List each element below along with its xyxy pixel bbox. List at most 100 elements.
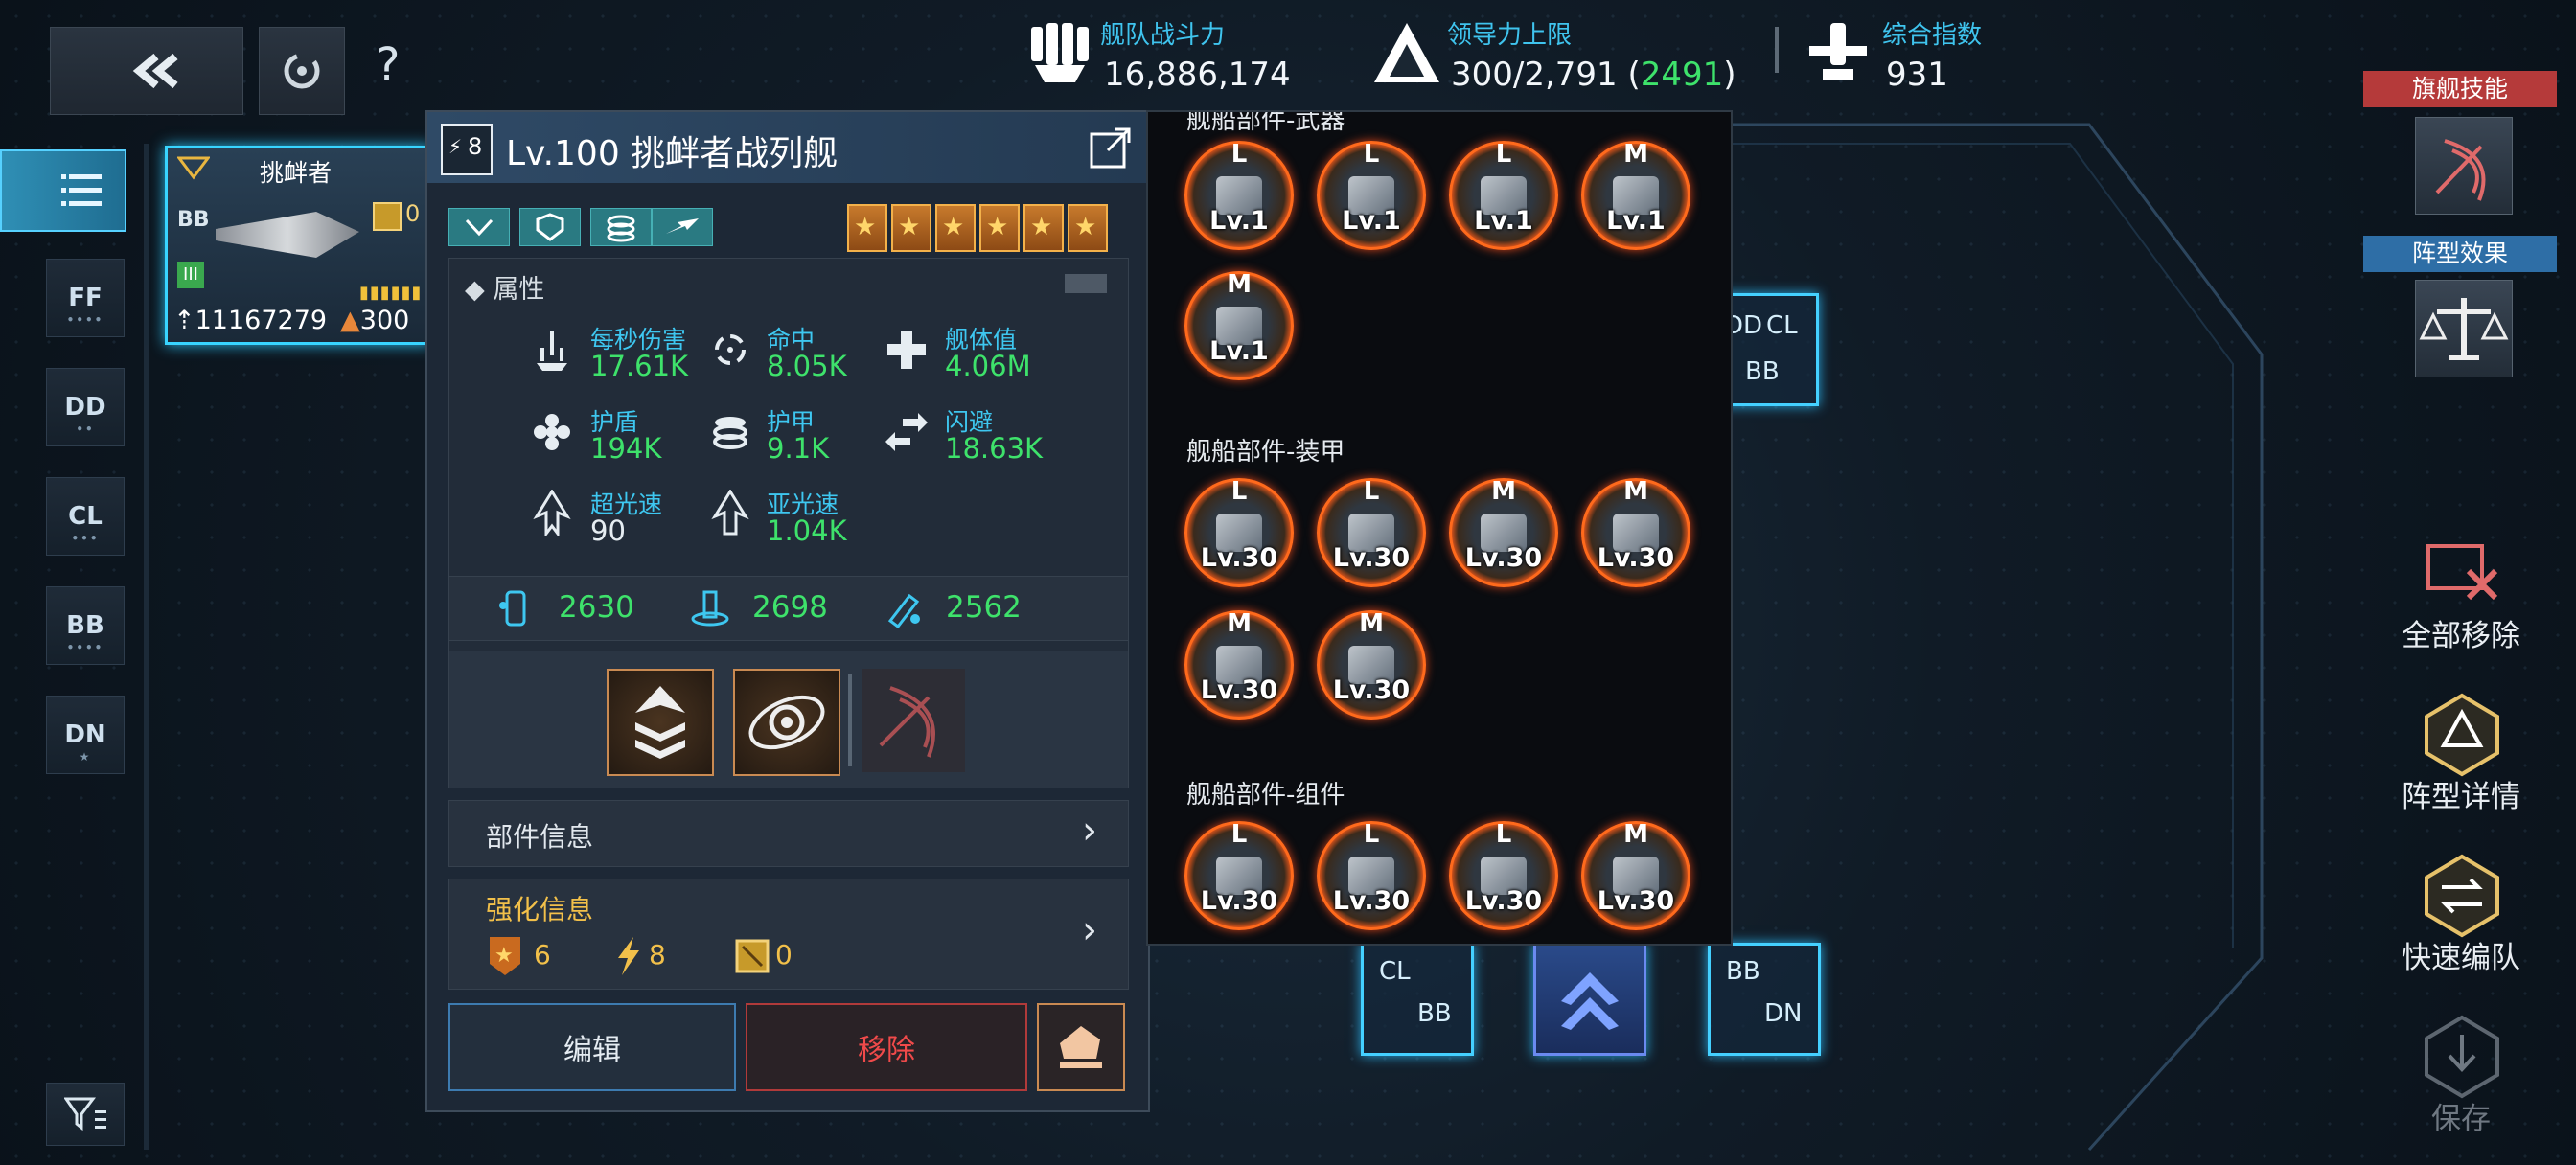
rank-chevron-icon xyxy=(177,156,210,180)
part-slot[interactable]: L Lv.30 xyxy=(1317,477,1426,587)
filter-button[interactable] xyxy=(46,1083,125,1146)
chevron-right-icon: › xyxy=(1082,908,1097,952)
attributes-toggle[interactable] xyxy=(1065,274,1107,293)
ship-card-name: 挑衅者 xyxy=(260,159,333,187)
radar-sweep-icon xyxy=(2435,139,2486,201)
star-icon: ★ xyxy=(847,204,887,252)
nav-item-cl[interactable]: CL ••• xyxy=(46,477,125,556)
save-label[interactable]: 保存 xyxy=(2365,1094,2557,1137)
attr-value-dps: 17.61K xyxy=(590,350,689,382)
star-glyph: ★ xyxy=(854,213,877,241)
attributes-label: 属性 xyxy=(493,275,545,305)
skill-slot-2[interactable] xyxy=(733,669,840,776)
chevron-right-icon: › xyxy=(1082,809,1097,853)
flagship-skill-slot[interactable] xyxy=(862,669,965,772)
part-grade: M xyxy=(1359,609,1384,638)
enhance-bolts-value: 8 xyxy=(649,939,666,971)
parts-panel: 舰船部件-武器 舰船部件-装甲 舰船部件-组件 L Lv.1 L Lv.1 L Lv.1 M… xyxy=(1146,110,1733,946)
enhance-button[interactable] xyxy=(1037,1003,1125,1091)
skill-slot-1[interactable] xyxy=(607,669,714,776)
hull-cross-icon xyxy=(887,331,926,369)
part-level: Lv.30 xyxy=(1464,543,1543,573)
part-slot[interactable]: L Lv.30 xyxy=(1184,477,1294,587)
formation-detail-icon[interactable] xyxy=(2419,692,2505,778)
part-slot[interactable]: L Lv.1 xyxy=(1449,140,1558,250)
attr-value-impulse: 1.04K xyxy=(767,514,847,547)
part-level: Lv.30 xyxy=(1200,543,1278,573)
double-chevron-left-icon xyxy=(132,53,178,89)
part-slot[interactable]: M Lv.30 xyxy=(1581,820,1690,930)
part-level: Lv.30 xyxy=(1464,886,1543,916)
attr-value-hull: 4.06M xyxy=(945,350,1031,382)
ship-card-power-value: 11167279 xyxy=(195,306,328,335)
part-grade: M xyxy=(1227,270,1252,299)
nav-item-all[interactable] xyxy=(0,149,126,232)
part-slot[interactable]: L Lv.30 xyxy=(1317,820,1426,930)
ship-image xyxy=(216,212,359,258)
part-level: Lv.1 xyxy=(1209,336,1269,366)
nav-sub-dd: •• xyxy=(76,423,95,436)
nav-item-dd[interactable]: DD •• xyxy=(46,368,125,446)
remove-button[interactable]: 移除 xyxy=(746,1003,1027,1091)
nav-label-bb: BB xyxy=(66,611,104,640)
ship-card[interactable]: 挑衅者 BB III 0 ▮▮▮▮▮▮ ⇡11167279 ▲300 xyxy=(165,146,431,345)
stat-divider xyxy=(1775,27,1779,73)
part-slot[interactable]: L Lv.1 xyxy=(1317,140,1426,250)
composite-index-label: 综合指数 xyxy=(1882,21,1983,50)
parts-info-row[interactable]: 部件信息 › xyxy=(448,800,1129,867)
ship-card-ammo: ▮▮▮▮▮▮ xyxy=(359,283,423,303)
flagship-skill-button[interactable] xyxy=(2415,117,2513,215)
quick-form-icon[interactable] xyxy=(2419,853,2505,939)
part-grade: L xyxy=(1230,140,1248,169)
part-slot[interactable]: M Lv.1 xyxy=(1184,270,1294,380)
enhance-info-row[interactable]: 强化信息 ★ 6 8 0 › xyxy=(448,879,1129,990)
part-slot[interactable]: M Lv.30 xyxy=(1184,609,1294,720)
tile-a-bottom: BB xyxy=(1745,357,1780,386)
remove-all-label[interactable]: 全部移除 xyxy=(2365,611,2557,654)
formation-detail-label[interactable]: 阵型详情 xyxy=(2365,772,2557,815)
formation-effect-button[interactable] xyxy=(2415,280,2513,377)
edit-button[interactable]: 编辑 xyxy=(448,1003,736,1091)
part-slot[interactable]: L Lv.30 xyxy=(1184,820,1294,930)
save-icon[interactable] xyxy=(2419,1014,2505,1100)
nav-item-bb[interactable]: BB •••• xyxy=(46,586,125,665)
external-link-icon[interactable] xyxy=(1089,126,1133,170)
back-button[interactable] xyxy=(50,27,243,115)
ship-card-power: ⇡11167279 xyxy=(173,306,328,335)
part-slot[interactable]: M Lv.1 xyxy=(1581,140,1690,250)
attack-stat-value: 2630 xyxy=(559,590,634,625)
attr-value-warp: 90 xyxy=(590,514,626,547)
help-button[interactable]: ? xyxy=(376,38,433,105)
part-level: Lv.1 xyxy=(1606,206,1666,236)
refresh-button[interactable] xyxy=(259,27,345,115)
defense-stat-icon xyxy=(691,590,729,627)
formation-tile-center[interactable] xyxy=(1533,943,1646,1056)
composite-index-icon xyxy=(1809,23,1867,80)
list-icon xyxy=(61,174,102,206)
part-slot[interactable]: M Lv.30 xyxy=(1317,609,1426,720)
tag-shield xyxy=(519,208,581,246)
star-icon: ★ xyxy=(935,204,976,252)
enhance-info-label: 强化信息 xyxy=(486,894,594,925)
speed-icon xyxy=(666,218,699,234)
ship-card-command: ▲300 xyxy=(340,306,410,335)
dps-icon xyxy=(537,331,567,371)
quick-form-label[interactable]: 快速编队 xyxy=(2365,933,2557,976)
part-slot[interactable]: L Lv.30 xyxy=(1449,820,1558,930)
nav-label-dn: DN xyxy=(64,720,106,749)
part-slot[interactable]: M Lv.30 xyxy=(1581,477,1690,587)
part-slot[interactable]: M Lv.30 xyxy=(1449,477,1558,587)
formation-tile-cl-bb[interactable]: CL BB xyxy=(1361,943,1474,1056)
part-grade: M xyxy=(1227,609,1252,638)
part-level: Lv.30 xyxy=(1200,675,1278,705)
attack-stat-icon xyxy=(499,590,526,627)
star-icon: ★ xyxy=(891,204,932,252)
part-slot[interactable]: L Lv.1 xyxy=(1184,140,1294,250)
nav-item-ff[interactable]: FF •••• xyxy=(46,259,125,337)
nav-item-dn[interactable]: DN ★ xyxy=(46,696,125,774)
composite-index-value: 931 xyxy=(1886,56,1948,94)
remove-all-icon[interactable] xyxy=(2419,533,2505,609)
formation-tile-bb-dn[interactable]: BB DN xyxy=(1708,943,1821,1056)
tag-armor xyxy=(590,208,652,246)
component-section-title: 舰船部件-组件 xyxy=(1186,781,1346,810)
